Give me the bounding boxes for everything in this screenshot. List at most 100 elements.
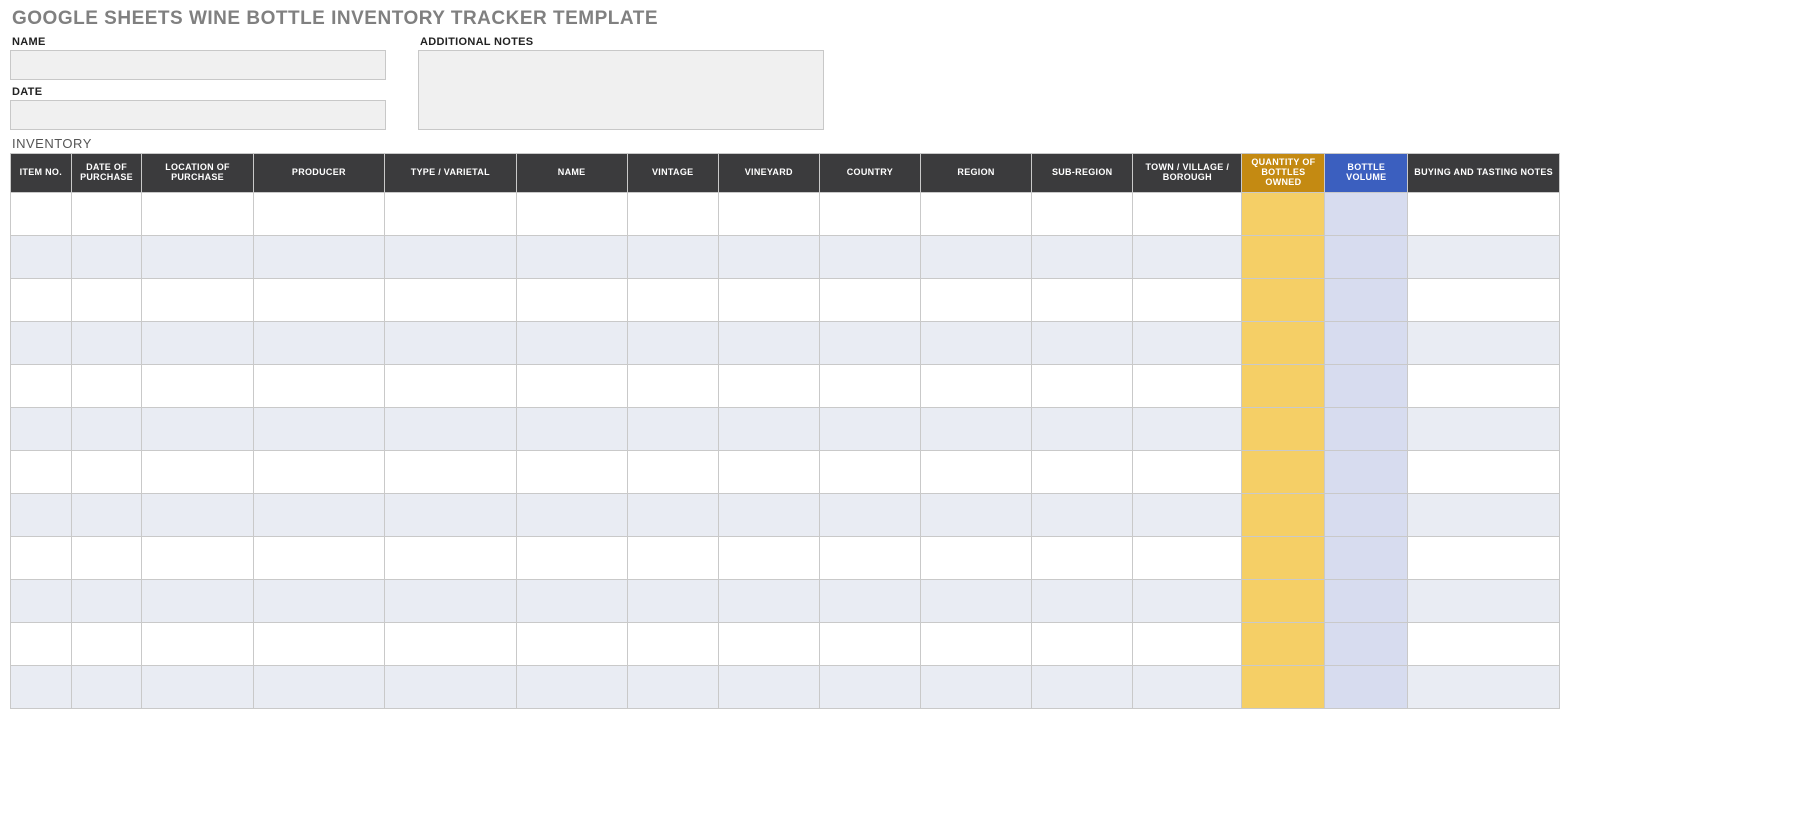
table-cell[interactable]: [819, 494, 920, 537]
table-cell[interactable]: [718, 193, 819, 236]
table-cell[interactable]: [1408, 365, 1560, 408]
table-cell[interactable]: [920, 322, 1031, 365]
table-cell[interactable]: [516, 408, 627, 451]
table-cell[interactable]: [718, 537, 819, 580]
table-cell[interactable]: [1325, 408, 1408, 451]
table-cell[interactable]: [71, 322, 142, 365]
table-cell[interactable]: [1133, 365, 1242, 408]
table-cell[interactable]: [1133, 193, 1242, 236]
table-cell[interactable]: [819, 193, 920, 236]
table-cell[interactable]: [920, 494, 1031, 537]
table-cell[interactable]: [516, 537, 627, 580]
table-cell[interactable]: [253, 322, 384, 365]
table-cell[interactable]: [920, 451, 1031, 494]
table-cell[interactable]: [385, 666, 516, 709]
table-cell[interactable]: [627, 451, 718, 494]
table-cell[interactable]: [1325, 580, 1408, 623]
table-cell[interactable]: [627, 193, 718, 236]
table-cell[interactable]: [627, 322, 718, 365]
table-cell[interactable]: [11, 451, 72, 494]
table-cell[interactable]: [1408, 537, 1560, 580]
table-cell[interactable]: [11, 193, 72, 236]
table-cell[interactable]: [627, 666, 718, 709]
table-cell[interactable]: [1242, 451, 1325, 494]
table-cell[interactable]: [627, 236, 718, 279]
table-cell[interactable]: [1325, 279, 1408, 322]
table-cell[interactable]: [142, 236, 253, 279]
table-cell[interactable]: [71, 408, 142, 451]
table-cell[interactable]: [1242, 537, 1325, 580]
table-cell[interactable]: [1408, 408, 1560, 451]
table-cell[interactable]: [920, 365, 1031, 408]
table-cell[interactable]: [718, 623, 819, 666]
table-cell[interactable]: [71, 451, 142, 494]
table-cell[interactable]: [627, 408, 718, 451]
table-cell[interactable]: [718, 408, 819, 451]
table-cell[interactable]: [1133, 494, 1242, 537]
table-cell[interactable]: [1242, 279, 1325, 322]
table-cell[interactable]: [1032, 494, 1133, 537]
table-cell[interactable]: [1408, 580, 1560, 623]
table-cell[interactable]: [819, 623, 920, 666]
table-cell[interactable]: [11, 322, 72, 365]
table-cell[interactable]: [385, 580, 516, 623]
table-cell[interactable]: [142, 623, 253, 666]
table-cell[interactable]: [516, 365, 627, 408]
table-cell[interactable]: [142, 365, 253, 408]
table-cell[interactable]: [1325, 623, 1408, 666]
table-cell[interactable]: [1133, 623, 1242, 666]
table-cell[interactable]: [71, 279, 142, 322]
table-cell[interactable]: [627, 365, 718, 408]
table-cell[interactable]: [71, 623, 142, 666]
table-cell[interactable]: [253, 365, 384, 408]
table-cell[interactable]: [1032, 193, 1133, 236]
table-cell[interactable]: [1325, 193, 1408, 236]
table-cell[interactable]: [1408, 236, 1560, 279]
table-cell[interactable]: [11, 580, 72, 623]
table-cell[interactable]: [253, 494, 384, 537]
table-cell[interactable]: [1133, 451, 1242, 494]
table-cell[interactable]: [718, 494, 819, 537]
table-cell[interactable]: [627, 279, 718, 322]
table-cell[interactable]: [1325, 322, 1408, 365]
table-cell[interactable]: [718, 666, 819, 709]
table-cell[interactable]: [253, 537, 384, 580]
table-cell[interactable]: [142, 580, 253, 623]
table-cell[interactable]: [142, 494, 253, 537]
table-cell[interactable]: [1032, 666, 1133, 709]
table-cell[interactable]: [385, 193, 516, 236]
table-cell[interactable]: [385, 494, 516, 537]
table-cell[interactable]: [71, 193, 142, 236]
table-cell[interactable]: [1408, 666, 1560, 709]
table-cell[interactable]: [1408, 494, 1560, 537]
table-cell[interactable]: [1408, 451, 1560, 494]
table-cell[interactable]: [516, 666, 627, 709]
table-cell[interactable]: [11, 279, 72, 322]
table-cell[interactable]: [920, 666, 1031, 709]
table-cell[interactable]: [71, 580, 142, 623]
table-cell[interactable]: [819, 236, 920, 279]
table-cell[interactable]: [1032, 580, 1133, 623]
table-cell[interactable]: [1133, 236, 1242, 279]
table-cell[interactable]: [1325, 236, 1408, 279]
table-cell[interactable]: [11, 494, 72, 537]
table-cell[interactable]: [385, 365, 516, 408]
table-cell[interactable]: [1325, 451, 1408, 494]
table-cell[interactable]: [718, 365, 819, 408]
table-cell[interactable]: [718, 236, 819, 279]
table-cell[interactable]: [385, 236, 516, 279]
table-cell[interactable]: [142, 408, 253, 451]
table-cell[interactable]: [1325, 666, 1408, 709]
table-cell[interactable]: [920, 279, 1031, 322]
table-cell[interactable]: [627, 580, 718, 623]
table-cell[interactable]: [385, 537, 516, 580]
table-cell[interactable]: [819, 365, 920, 408]
table-cell[interactable]: [1032, 322, 1133, 365]
table-cell[interactable]: [819, 322, 920, 365]
table-cell[interactable]: [516, 322, 627, 365]
table-cell[interactable]: [1325, 494, 1408, 537]
table-cell[interactable]: [819, 537, 920, 580]
table-cell[interactable]: [142, 537, 253, 580]
table-cell[interactable]: [718, 580, 819, 623]
table-cell[interactable]: [1032, 236, 1133, 279]
